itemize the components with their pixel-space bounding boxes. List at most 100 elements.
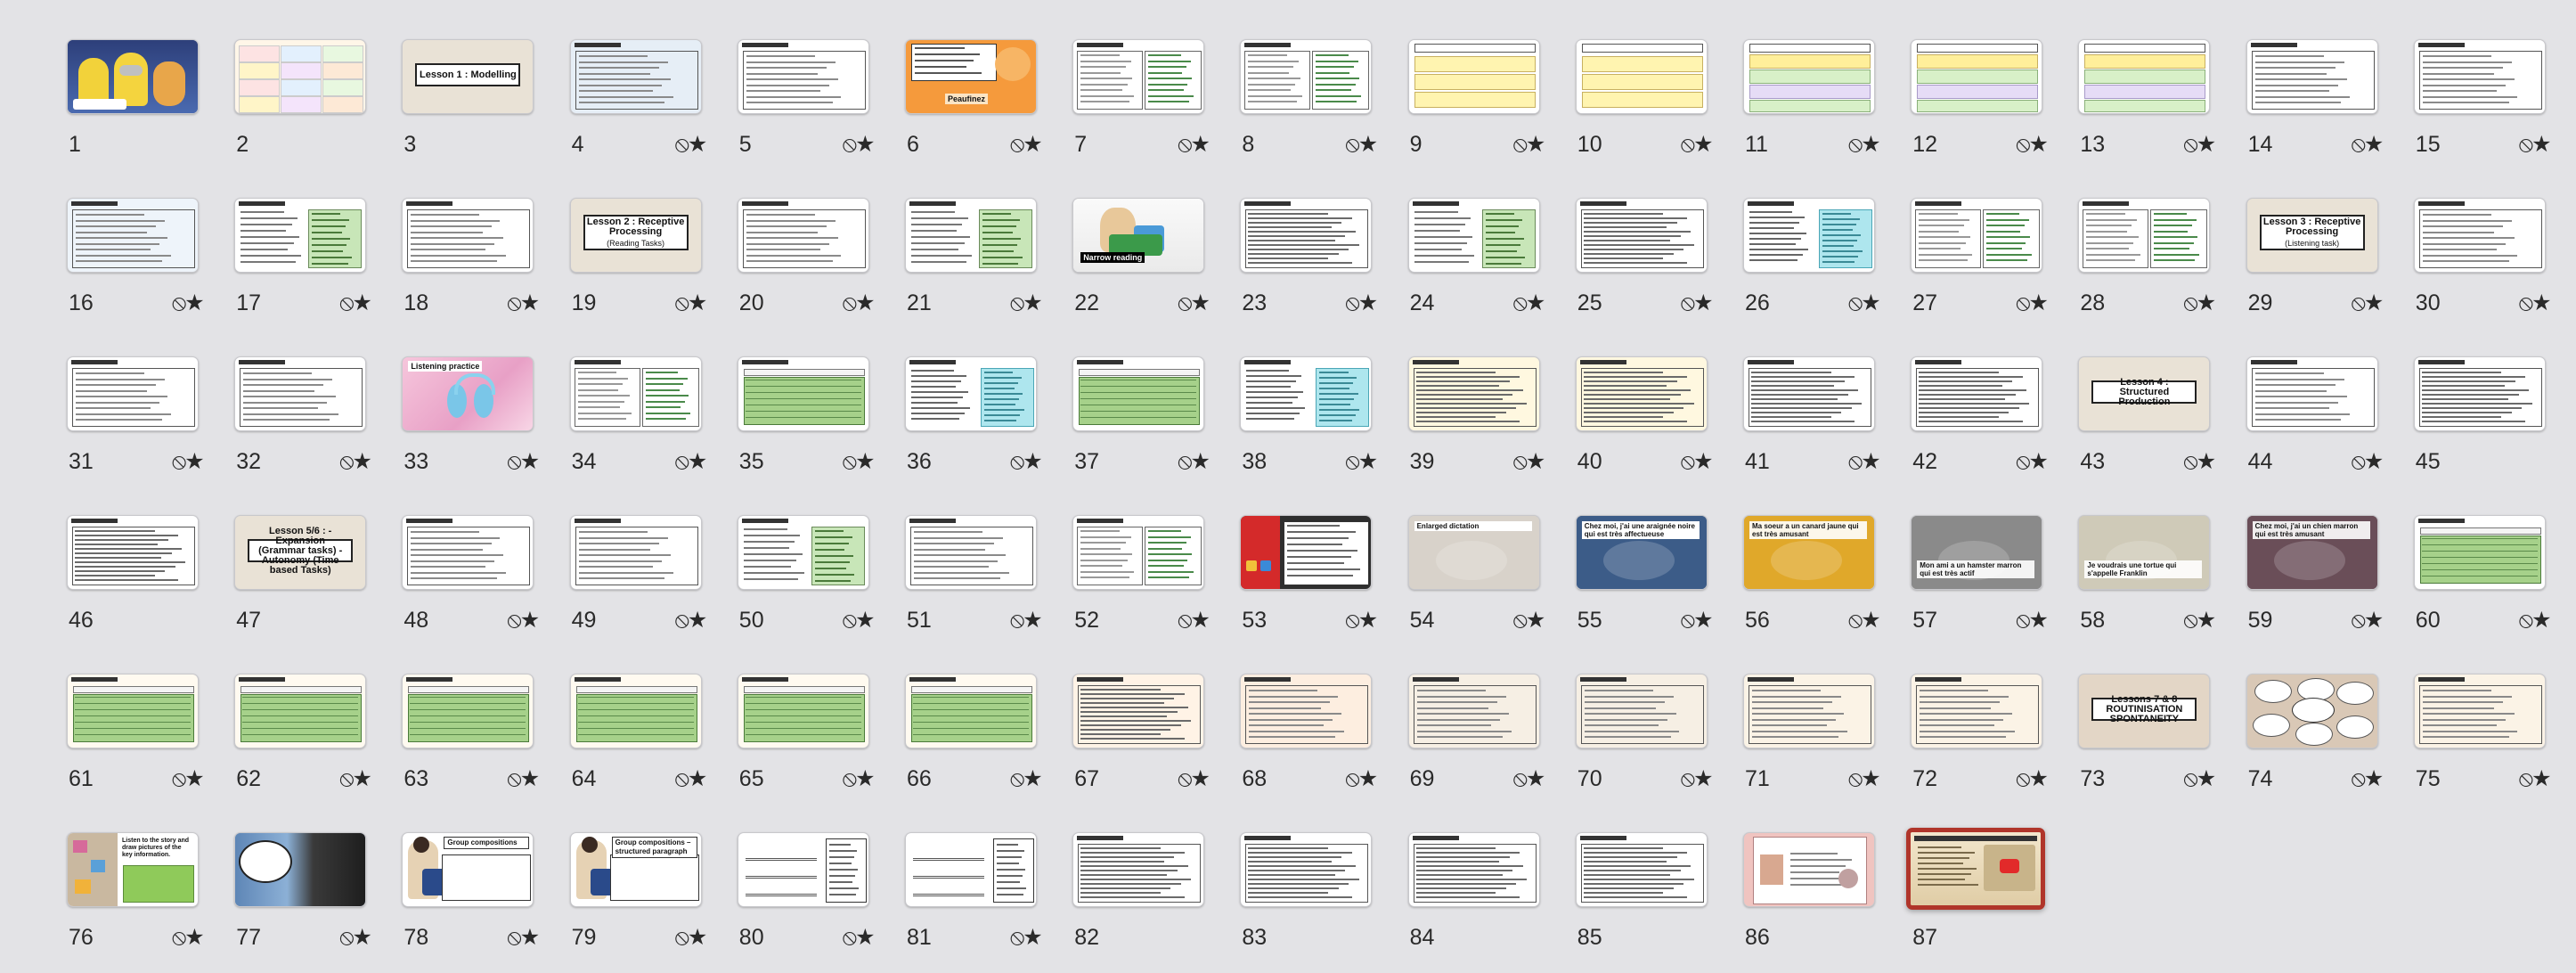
slide-thumbnail-cell[interactable]: 14 ⦸★	[2246, 39, 2384, 173]
slide-thumbnail[interactable]	[737, 356, 869, 431]
slide-thumbnail[interactable]	[2078, 39, 2211, 114]
slide-thumbnail[interactable]	[2413, 515, 2546, 590]
hide-slide-star-icon[interactable]: ⦸★	[172, 290, 205, 316]
slide-thumbnail[interactable]	[234, 832, 367, 907]
hide-slide-star-icon[interactable]: ⦸★	[2016, 131, 2049, 158]
hide-slide-star-icon[interactable]: ⦸★	[172, 765, 205, 792]
slide-thumbnail-cell[interactable]: 38 ⦸★	[1240, 356, 1378, 490]
hide-slide-star-icon[interactable]: ⦸★	[2352, 607, 2384, 634]
hide-slide-star-icon[interactable]: ⦸★	[1178, 290, 1211, 316]
hide-slide-star-icon[interactable]: ⦸★	[1681, 290, 1714, 316]
slide-thumbnail[interactable]	[905, 674, 1037, 748]
slide-thumbnail-cell[interactable]: 9 ⦸★	[1407, 39, 1545, 173]
hide-slide-star-icon[interactable]: ⦸★	[2183, 131, 2216, 158]
slide-thumbnail[interactable]	[1407, 39, 1540, 114]
hide-slide-star-icon[interactable]: ⦸★	[675, 765, 708, 792]
slide-thumbnail[interactable]	[1575, 832, 1708, 907]
slide-thumbnail-cell[interactable]: Chez moi, j'ai une araignée noire qui es…	[1575, 515, 1713, 649]
slide-thumbnail-cell[interactable]: 80 ⦸★	[737, 832, 875, 966]
slide-thumbnail[interactable]: Je voudrais une tortue qui s'appelle Fra…	[2078, 515, 2211, 590]
slide-thumbnail-cell[interactable]: 51 ⦸★	[905, 515, 1043, 649]
hide-slide-star-icon[interactable]: ⦸★	[2183, 765, 2216, 792]
slide-thumbnail[interactable]	[737, 198, 869, 273]
slide-thumbnail[interactable]	[234, 674, 367, 748]
hide-slide-star-icon[interactable]: ⦸★	[1681, 765, 1714, 792]
slide-thumbnail[interactable]	[1240, 832, 1373, 907]
hide-slide-star-icon[interactable]: ⦸★	[843, 607, 876, 634]
hide-slide-star-icon[interactable]: ⦸★	[1178, 131, 1211, 158]
hide-slide-star-icon[interactable]: ⦸★	[507, 765, 540, 792]
slide-thumbnail-cell[interactable]: 12 ⦸★	[1911, 39, 2049, 173]
slide-thumbnail[interactable]	[905, 356, 1037, 431]
slide-thumbnail[interactable]	[1407, 674, 1540, 748]
slide-thumbnail[interactable]	[234, 198, 367, 273]
slide-thumbnail[interactable]	[737, 674, 869, 748]
slide-thumbnail[interactable]	[1575, 356, 1708, 431]
hide-slide-star-icon[interactable]: ⦸★	[1513, 290, 1546, 316]
slide-thumbnail[interactable]	[737, 832, 869, 907]
slide-thumbnail[interactable]	[1240, 356, 1373, 431]
slide-thumbnail-cell[interactable]: 87	[1906, 828, 2046, 966]
slide-thumbnail-cell[interactable]: 65 ⦸★	[737, 674, 875, 807]
hide-slide-star-icon[interactable]: ⦸★	[507, 448, 540, 475]
hide-slide-star-icon[interactable]: ⦸★	[2519, 131, 2552, 158]
slide-thumbnail-cell[interactable]: 31 ⦸★	[67, 356, 205, 490]
slide-thumbnail-cell[interactable]: 70 ⦸★	[1575, 674, 1714, 807]
slide-thumbnail-cell[interactable]: 84	[1407, 832, 1542, 966]
hide-slide-star-icon[interactable]: ⦸★	[1345, 131, 1378, 158]
slide-thumbnail[interactable]	[905, 832, 1037, 907]
hide-slide-star-icon[interactable]: ⦸★	[675, 924, 708, 951]
hide-slide-star-icon[interactable]: ⦸★	[2352, 290, 2384, 316]
slide-thumbnail[interactable]	[67, 39, 199, 114]
slide-thumbnail-cell[interactable]: Lesson 1 : Modelling 3	[402, 39, 535, 173]
slide-thumbnail-cell[interactable]: 32 ⦸★	[234, 356, 372, 490]
slide-thumbnail[interactable]	[1072, 39, 1205, 114]
slide-thumbnail[interactable]	[569, 515, 702, 590]
slide-thumbnail-cell[interactable]: Je voudrais une tortue qui s'appelle Fra…	[2078, 515, 2216, 649]
slide-thumbnail-cell[interactable]: 35 ⦸★	[737, 356, 875, 490]
slide-thumbnail[interactable]	[1575, 198, 1708, 273]
hide-slide-star-icon[interactable]: ⦸★	[172, 924, 205, 951]
hide-slide-star-icon[interactable]: ⦸★	[507, 290, 540, 316]
slide-thumbnail-cell[interactable]: 62 ⦸★	[234, 674, 372, 807]
slide-thumbnail-cell[interactable]: 36 ⦸★	[905, 356, 1043, 490]
slide-thumbnail[interactable]	[2413, 198, 2546, 273]
slide-thumbnail[interactable]	[1407, 832, 1540, 907]
slide-thumbnail-cell[interactable]: 1	[67, 39, 200, 173]
hide-slide-star-icon[interactable]: ⦸★	[2183, 448, 2216, 475]
slide-thumbnail[interactable]	[1743, 198, 1875, 273]
slide-thumbnail-cell[interactable]: Mon ami a un hamster marron qui est très…	[1911, 515, 2049, 649]
slide-thumbnail[interactable]	[402, 198, 534, 273]
slide-thumbnail-cell[interactable]: 85	[1575, 832, 1709, 966]
slide-thumbnail[interactable]	[2413, 356, 2546, 431]
slide-thumbnail-cell[interactable]: 86	[1743, 832, 1877, 966]
slide-thumbnail[interactable]	[1911, 356, 2043, 431]
slide-thumbnail-cell[interactable]: 63 ⦸★	[402, 674, 540, 807]
hide-slide-star-icon[interactable]: ⦸★	[1848, 448, 1881, 475]
slide-thumbnail-cell[interactable]: 23 ⦸★	[1240, 198, 1378, 331]
slide-thumbnail[interactable]: Listen to the story and draw pictures of…	[67, 832, 199, 907]
slide-thumbnail-cell[interactable]: 41 ⦸★	[1743, 356, 1881, 490]
hide-slide-star-icon[interactable]: ⦸★	[2352, 765, 2384, 792]
hide-slide-star-icon[interactable]: ⦸★	[1513, 607, 1546, 634]
hide-slide-star-icon[interactable]: ⦸★	[1345, 448, 1378, 475]
slide-thumbnail-cell[interactable]: Enlarged dictation 54 ⦸★	[1407, 515, 1546, 649]
hide-slide-star-icon[interactable]: ⦸★	[2016, 607, 2049, 634]
hide-slide-star-icon[interactable]: ⦸★	[339, 448, 372, 475]
slide-thumbnail[interactable]: Lesson 2 : Receptive Processing (Reading …	[569, 198, 702, 273]
hide-slide-star-icon[interactable]: ⦸★	[1681, 448, 1714, 475]
hide-slide-star-icon[interactable]: ⦸★	[2183, 607, 2216, 634]
slide-thumbnail[interactable]: Group compositions	[402, 832, 534, 907]
slide-thumbnail-cell[interactable]: 39 ⦸★	[1407, 356, 1545, 490]
hide-slide-star-icon[interactable]: ⦸★	[339, 290, 372, 316]
hide-slide-star-icon[interactable]: ⦸★	[1848, 607, 1881, 634]
slide-thumbnail[interactable]	[67, 515, 199, 590]
slide-thumbnail[interactable]: Chez moi, j'ai un chien marron qui est t…	[2246, 515, 2378, 590]
slide-thumbnail[interactable]	[2078, 198, 2211, 273]
slide-thumbnail[interactable]	[1575, 674, 1708, 748]
slide-thumbnail[interactable]	[569, 356, 702, 431]
slide-thumbnail[interactable]	[905, 198, 1037, 273]
slide-thumbnail[interactable]	[1072, 674, 1205, 748]
slide-thumbnail[interactable]	[1407, 356, 1540, 431]
slide-thumbnail-cell[interactable]: Lesson 4 : Structured Production 43 ⦸★	[2078, 356, 2216, 490]
